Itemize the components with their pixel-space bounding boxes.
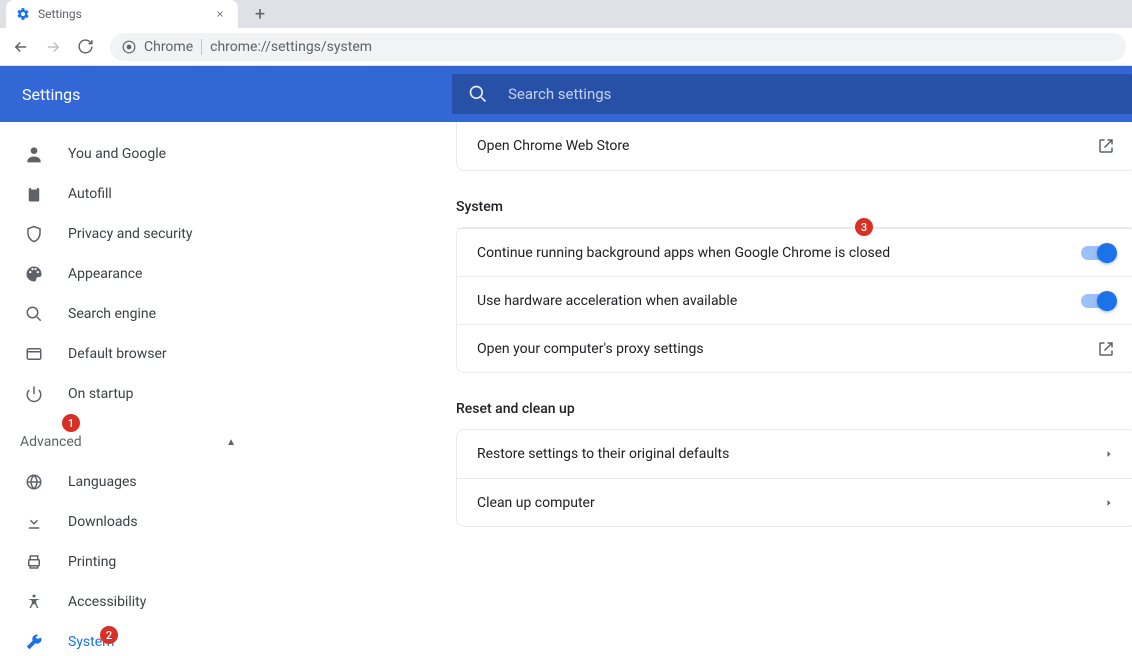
close-tab-icon[interactable] — [212, 6, 228, 22]
sidebar-item-label: On startup — [68, 386, 134, 402]
external-link-icon — [1097, 340, 1115, 358]
row-hardware-acceleration[interactable]: Use hardware acceleration when available — [457, 276, 1132, 324]
url-text: chrome://settings/system — [210, 39, 372, 55]
browser-icon — [24, 344, 44, 364]
toggle-hardware-acceleration[interactable] — [1081, 294, 1115, 308]
row-label: Restore settings to their original defau… — [477, 446, 729, 462]
sidebar-item-system[interactable]: System 2 — [0, 622, 256, 656]
row-open-chrome-web-store[interactable]: Open Chrome Web Store — [457, 122, 1132, 170]
origin-label: Chrome — [144, 39, 193, 55]
annotation-badge-2: 2 — [100, 626, 118, 644]
content-area: You and Google Autofill Privacy and secu… — [0, 122, 1132, 656]
sidebar-item-accessibility[interactable]: Accessibility — [0, 582, 256, 622]
gear-icon — [16, 7, 30, 21]
sidebar-item-label: Privacy and security — [68, 226, 192, 242]
sidebar-group-label: Advanced — [20, 434, 82, 450]
power-icon — [24, 384, 44, 404]
settings-header: Settings Search settings — [0, 66, 1132, 122]
shield-icon — [24, 224, 44, 244]
sidebar-item-label: Accessibility — [68, 594, 146, 610]
tab-strip: Settings + — [0, 0, 1132, 28]
sidebar-item-label: Printing — [68, 554, 116, 570]
palette-icon — [24, 264, 44, 284]
sidebar-item-appearance[interactable]: Appearance — [0, 254, 256, 294]
address-bar[interactable]: Chrome chrome://settings/system — [110, 33, 1126, 61]
sidebar-item-downloads[interactable]: Downloads — [0, 502, 256, 542]
chevron-right-icon — [1103, 448, 1115, 460]
new-tab-button[interactable]: + — [246, 0, 274, 28]
sidebar-item-you-and-google[interactable]: You and Google — [0, 134, 256, 174]
annotation-badge-3: 3 — [855, 218, 873, 236]
browser-tab-settings[interactable]: Settings — [6, 0, 238, 28]
row-label: Open your computer's proxy settings — [477, 341, 704, 357]
tab-title: Settings — [38, 7, 82, 21]
search-icon — [24, 304, 44, 324]
sidebar-item-default-browser[interactable]: Default browser — [0, 334, 256, 374]
card-system: 3 Continue running background apps when … — [456, 227, 1132, 373]
sidebar-item-search-engine[interactable]: Search engine — [0, 294, 256, 334]
settings-main: Open Chrome Web Store System 3 Continue … — [256, 122, 1132, 656]
row-proxy-settings[interactable]: Open your computer's proxy settings — [457, 324, 1132, 372]
sidebar-group-advanced[interactable]: Advanced ▲ 1 — [0, 422, 256, 462]
accessibility-icon — [24, 592, 44, 612]
reload-button[interactable] — [70, 32, 100, 62]
row-label: Use hardware acceleration when available — [477, 293, 737, 309]
printer-icon — [24, 552, 44, 572]
section-title-system: System — [456, 199, 503, 215]
settings-sidebar: You and Google Autofill Privacy and secu… — [0, 122, 256, 656]
search-icon — [468, 84, 488, 104]
chevron-right-icon — [1103, 497, 1115, 509]
row-label: Open Chrome Web Store — [477, 138, 629, 154]
sidebar-item-label: You and Google — [68, 146, 166, 162]
page-title: Settings — [22, 85, 452, 104]
row-cleanup-computer[interactable]: Clean up computer — [457, 478, 1132, 526]
sidebar-item-label: Search engine — [68, 306, 156, 322]
chrome-origin-icon — [122, 40, 136, 54]
sidebar-item-autofill[interactable]: Autofill — [0, 174, 256, 214]
sidebar-item-languages[interactable]: Languages — [0, 462, 256, 502]
download-icon — [24, 512, 44, 532]
card-chrome-web-store: Open Chrome Web Store — [456, 122, 1132, 171]
search-settings-box[interactable]: Search settings — [452, 74, 1132, 114]
card-reset: Restore settings to their original defau… — [456, 429, 1132, 527]
globe-icon — [24, 472, 44, 492]
wrench-icon — [24, 632, 44, 652]
caret-up-icon: ▲ — [226, 437, 236, 448]
sidebar-item-label: Appearance — [68, 266, 142, 282]
row-label: Continue running background apps when Go… — [477, 245, 890, 261]
section-title-reset: Reset and clean up — [456, 373, 1132, 429]
row-background-apps[interactable]: Continue running background apps when Go… — [457, 228, 1132, 276]
forward-button[interactable] — [38, 32, 68, 62]
omnibox-divider — [201, 39, 202, 55]
sidebar-item-printing[interactable]: Printing — [0, 542, 256, 582]
external-link-icon — [1097, 137, 1115, 155]
sidebar-item-label: Downloads — [68, 514, 138, 530]
sidebar-item-privacy[interactable]: Privacy and security — [0, 214, 256, 254]
toggle-background-apps[interactable] — [1081, 246, 1115, 260]
clipboard-icon — [24, 184, 44, 204]
person-icon — [24, 144, 44, 164]
browser-toolbar: Chrome chrome://settings/system — [0, 28, 1132, 66]
row-label: Clean up computer — [477, 495, 595, 511]
row-restore-defaults[interactable]: Restore settings to their original defau… — [457, 430, 1132, 478]
sidebar-item-label: Autofill — [68, 186, 112, 202]
annotation-badge-1: 1 — [62, 414, 80, 432]
back-button[interactable] — [6, 32, 36, 62]
sidebar-item-on-startup[interactable]: On startup — [0, 374, 256, 414]
search-placeholder: Search settings — [508, 85, 611, 103]
sidebar-item-label: Default browser — [68, 346, 167, 362]
sidebar-item-label: Languages — [68, 474, 137, 490]
